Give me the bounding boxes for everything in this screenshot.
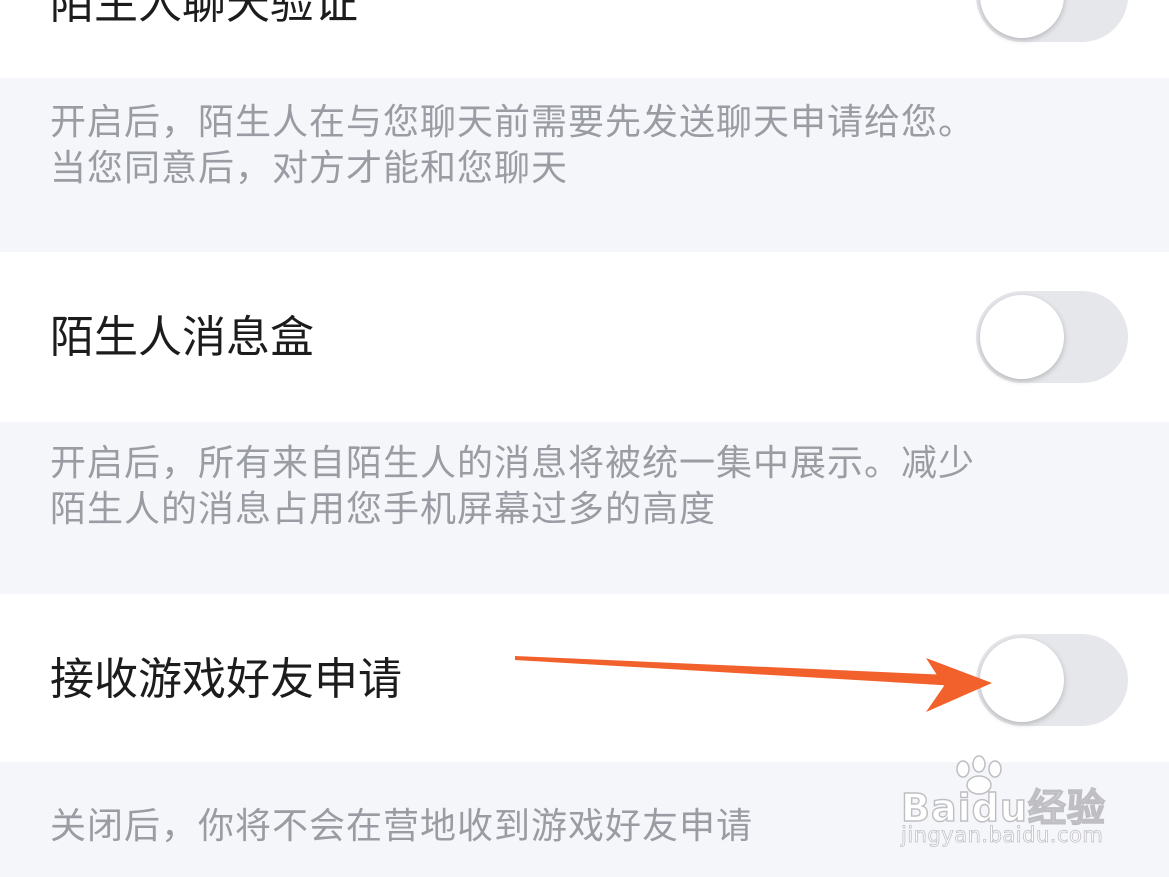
setting-description: 开启后，陌生人在与您聊天前需要先发送聊天申请给您。 当您同意后，对方才能和您聊天 bbox=[50, 100, 1130, 192]
stranger-message-box-toggle[interactable] bbox=[976, 291, 1128, 383]
description-line: 开启后，陌生人在与您聊天前需要先发送聊天申请给您。 bbox=[50, 102, 976, 143]
privacy-settings-page: 陌生人聊天验证 开启后，陌生人在与您聊天前需要先发送聊天申请给您。 当您同意后，… bbox=[0, 0, 1169, 877]
toggle-knob bbox=[980, 295, 1064, 379]
description-line: 开启后，所有来自陌生人的消息将被统一集中展示。减少 bbox=[50, 443, 976, 484]
setting-row-stranger-message-box[interactable]: 陌生人消息盒 bbox=[0, 252, 1169, 422]
setting-row-game-friend-requests[interactable]: 接收游戏好友申请 bbox=[0, 594, 1169, 762]
game-friend-requests-toggle[interactable] bbox=[976, 634, 1128, 726]
setting-label: 陌生人聊天验证 bbox=[50, 0, 358, 29]
setting-label: 陌生人消息盒 bbox=[50, 312, 314, 363]
setting-label: 接收游戏好友申请 bbox=[50, 654, 402, 705]
setting-description: 关闭后，你将不会在营地收到游戏好友申请 bbox=[50, 804, 1130, 850]
setting-description: 开启后，所有来自陌生人的消息将被统一集中展示。减少 陌生人的消息占用您手机屏幕过… bbox=[50, 441, 1130, 533]
description-line: 陌生人的消息占用您手机屏幕过多的高度 bbox=[50, 489, 717, 530]
setting-description-block: 开启后，陌生人在与您聊天前需要先发送聊天申请给您。 当您同意后，对方才能和您聊天 bbox=[0, 78, 1169, 252]
setting-row-stranger-chat-verify[interactable]: 陌生人聊天验证 bbox=[0, 0, 1169, 78]
toggle-knob bbox=[980, 638, 1064, 722]
stranger-chat-verify-toggle[interactable] bbox=[976, 0, 1128, 42]
setting-description-block: 开启后，所有来自陌生人的消息将被统一集中展示。减少 陌生人的消息占用您手机屏幕过… bbox=[0, 422, 1169, 594]
description-line: 关闭后，你将不会在营地收到游戏好友申请 bbox=[50, 806, 754, 847]
toggle-knob bbox=[980, 0, 1064, 38]
setting-description-block: 关闭后，你将不会在营地收到游戏好友申请 bbox=[0, 762, 1169, 877]
description-line: 当您同意后，对方才能和您聊天 bbox=[50, 148, 569, 189]
